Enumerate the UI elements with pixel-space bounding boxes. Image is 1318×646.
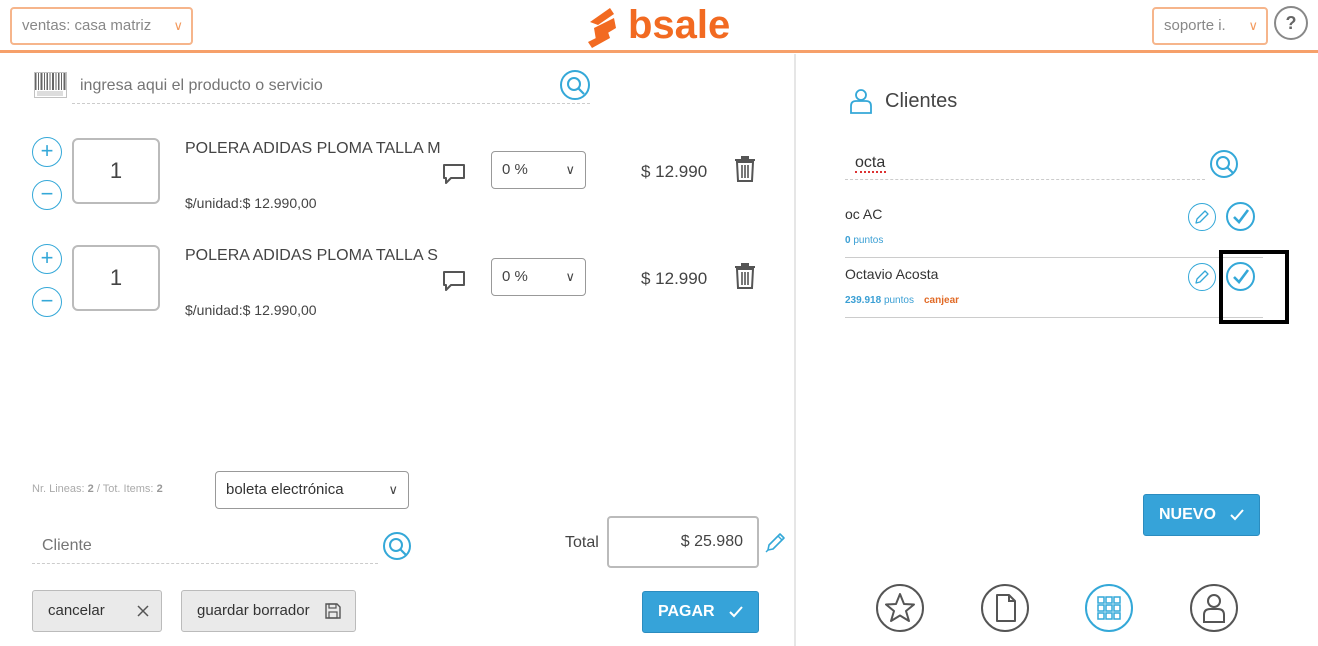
save-icon [325, 603, 341, 619]
document-type-value: boleta electrónica [226, 481, 344, 498]
branch-select[interactable]: ventas: casa matriz ∨ [10, 7, 193, 45]
branch-select-value: ventas: casa matriz [22, 17, 152, 34]
star-icon [885, 593, 915, 622]
qty-input[interactable]: 1 [72, 245, 160, 311]
discount-value: 0 % [502, 268, 528, 285]
item-unit-price: $/unidad:$ 12.990,00 [185, 195, 317, 211]
product-search-input[interactable] [72, 68, 590, 104]
documents-nav-button[interactable] [981, 584, 1029, 632]
product-search-button[interactable] [560, 70, 590, 100]
decrease-qty-button[interactable]: − [32, 287, 62, 317]
comment-icon[interactable] [442, 162, 466, 186]
check-icon [729, 606, 743, 618]
chevron-down-icon: ∨ [565, 162, 575, 177]
document-icon [996, 594, 1016, 622]
cancel-label: cancelar [48, 602, 105, 619]
points-label: puntos [883, 295, 914, 306]
discount-value: 0 % [502, 161, 528, 178]
pay-button[interactable]: PAGAR [642, 591, 759, 633]
points-value: 0 [845, 235, 851, 246]
client-search-button[interactable] [383, 532, 411, 560]
qty-input[interactable]: 1 [72, 138, 160, 204]
client-result-row[interactable]: Octavio Acosta 239.918 puntos canjear [845, 258, 1263, 318]
client-points: 239.918 puntos [845, 295, 914, 306]
discount-select[interactable]: 0 % ∨ [491, 258, 586, 296]
client-name: Octavio Acosta [845, 266, 939, 282]
chevron-down-icon: ∨ [1248, 18, 1258, 33]
user-nav-button[interactable] [1190, 584, 1238, 632]
panel-divider [794, 54, 796, 646]
client-points: 0 puntos [845, 235, 883, 246]
client-result-row[interactable]: oc AC 0 puntos [845, 198, 1263, 258]
item-name: POLERA ADIDAS PLOMA TALLA S [185, 247, 438, 264]
total-amount: $ 25.980 [607, 516, 759, 568]
new-client-button[interactable]: NUEVO [1143, 494, 1260, 536]
user-icon [850, 89, 872, 114]
search-icon [567, 77, 585, 95]
spellcheck-underline [855, 171, 886, 173]
edit-client-button[interactable] [1188, 203, 1216, 231]
discount-select[interactable]: 0 % ∨ [491, 151, 586, 189]
logo-text: bsale [628, 3, 731, 47]
user-select-value: soporte i. [1164, 17, 1226, 34]
product-search-row [34, 68, 594, 106]
close-icon [137, 605, 149, 617]
lines-label: Nr. Lineas: [32, 483, 85, 495]
pencil-icon [1195, 210, 1209, 224]
products-nav-button[interactable] [1085, 584, 1133, 632]
select-client-button[interactable] [1226, 202, 1255, 231]
help-button[interactable]: ? [1274, 6, 1308, 40]
highlight-annotation [1219, 250, 1289, 324]
item-unit-price: $/unidad:$ 12.990,00 [185, 302, 317, 318]
sale-line-item: + 1 − POLERA ADIDAS PLOMA TALLA M 0 % ∨ … [30, 136, 770, 236]
chevron-down-icon: ∨ [173, 18, 183, 33]
search-icon [389, 538, 407, 556]
save-draft-label: guardar borrador [197, 602, 310, 619]
save-draft-button[interactable]: guardar borrador [181, 590, 356, 632]
increase-qty-button[interactable]: + [32, 137, 62, 167]
edit-client-button[interactable] [1188, 263, 1216, 291]
decrease-qty-button[interactable]: − [32, 180, 62, 210]
clients-title: Clientes [885, 90, 958, 112]
document-type-select[interactable]: boleta electrónica ∨ [215, 471, 409, 509]
sale-line-item: + 1 − POLERA ADIDAS PLOMA TALLA S 0 % ∨ … [30, 243, 770, 343]
barcode-icon [34, 72, 67, 98]
new-label: NUEVO [1159, 506, 1216, 523]
user-select[interactable]: soporte i. ∨ [1152, 7, 1268, 45]
redeem-points-link[interactable]: canjear [924, 295, 959, 306]
client-name: oc AC [845, 206, 883, 222]
header-divider [0, 50, 1318, 53]
comment-icon[interactable] [442, 269, 466, 293]
check-icon [1233, 209, 1250, 224]
item-name: POLERA ADIDAS PLOMA TALLA M [185, 140, 441, 157]
total-label: Total [565, 534, 599, 551]
favorites-nav-button[interactable] [876, 584, 924, 632]
item-price: $ 12.990 [641, 269, 708, 288]
pencil-icon [1195, 270, 1209, 284]
line-count-summary: Nr. Lineas: 2 / Tot. Items: 2 [32, 483, 163, 495]
trash-icon[interactable] [734, 263, 756, 289]
top-header: ventas: casa matriz ∨ bsale soporte i. ∨… [0, 0, 1318, 54]
grid-icon [1097, 596, 1121, 620]
pay-label: PAGAR [658, 603, 715, 620]
cancel-button[interactable]: cancelar [32, 590, 162, 632]
check-icon [1230, 509, 1244, 521]
items-count: 2 [156, 483, 163, 495]
pencil-icon[interactable] [764, 532, 786, 554]
client-search-submit-button[interactable] [1210, 150, 1238, 178]
user-icon [1203, 594, 1225, 623]
client-input[interactable] [32, 528, 378, 564]
points-label: puntos [853, 235, 884, 246]
increase-qty-button[interactable]: + [32, 244, 62, 274]
chevron-down-icon: ∨ [565, 269, 575, 284]
search-icon [1216, 156, 1234, 174]
lines-count: 2 [87, 483, 94, 495]
trash-icon[interactable] [734, 156, 756, 182]
item-price: $ 12.990 [641, 162, 708, 181]
client-search-input[interactable] [845, 146, 1205, 180]
items-label: / Tot. Items: [96, 483, 154, 495]
points-value: 239.918 [845, 295, 882, 306]
chevron-down-icon: ∨ [388, 482, 398, 497]
